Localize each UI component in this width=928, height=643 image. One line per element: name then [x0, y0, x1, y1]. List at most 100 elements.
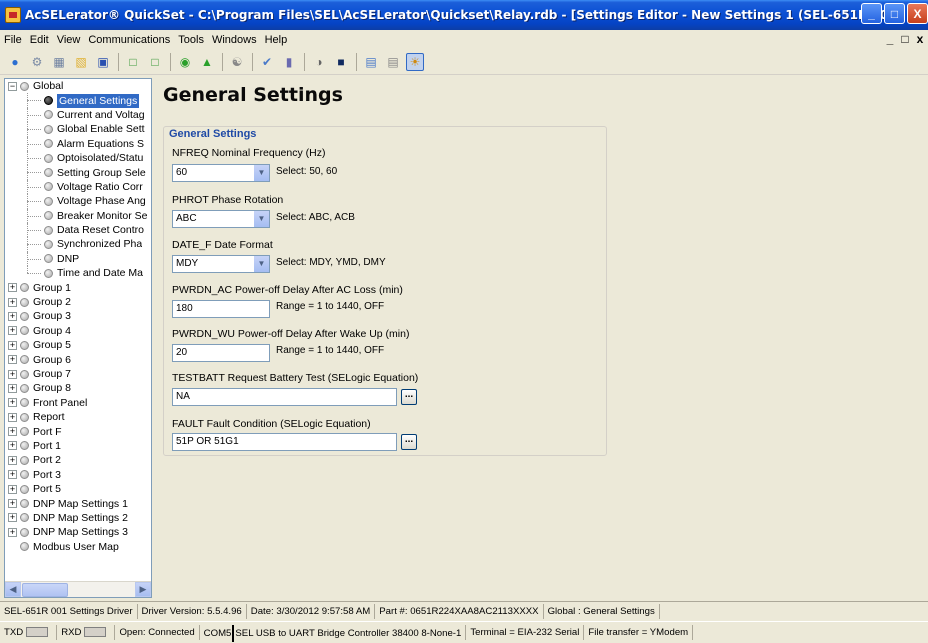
tree-node-global-child[interactable]: Breaker Monitor Se — [5, 208, 151, 223]
maximize-button[interactable]: □ — [884, 3, 905, 24]
tree-node[interactable]: + Report — [5, 410, 151, 424]
tree-node[interactable]: + Port 3 — [5, 468, 151, 482]
tree-node-global-child[interactable]: Voltage Ratio Corr — [5, 179, 151, 195]
report-icon[interactable]: ▤ — [362, 53, 380, 71]
pwrdn-ac-input[interactable]: 180 — [172, 300, 270, 318]
help-icon[interactable]: ☀ — [406, 52, 424, 71]
wrench-icon[interactable]: ✔ — [258, 53, 276, 71]
tree-node[interactable]: + Front Panel — [5, 396, 151, 410]
menu-communications[interactable]: Communications — [84, 34, 174, 46]
menu-view[interactable]: View — [53, 34, 85, 46]
hmi-icon[interactable]: ☯ — [228, 53, 246, 71]
go-green-icon[interactable]: ◉ — [176, 53, 194, 71]
expand-icon[interactable]: + — [8, 470, 17, 480]
pwrdn-wu-input[interactable]: 20 — [172, 344, 270, 362]
tree-node[interactable]: + DNP Map Settings 3 — [5, 525, 151, 539]
expand-icon[interactable]: + — [8, 383, 17, 393]
chevron-down-icon[interactable]: ▼ — [253, 211, 269, 227]
mdi-close-button[interactable]: x — [914, 32, 926, 46]
tree-node-global-child[interactable]: Setting Group Sele — [5, 165, 151, 180]
expand-icon[interactable]: + — [8, 297, 17, 307]
mdi-restore-button[interactable]: □ — [899, 32, 911, 46]
document-icon[interactable]: ▤ — [384, 53, 402, 71]
testbatt-edit-button[interactable]: ... — [401, 389, 417, 405]
expand-icon[interactable]: + — [8, 455, 17, 465]
open-folder-icon[interactable]: ▧ — [72, 53, 90, 71]
testbatt-input[interactable]: NA — [172, 388, 397, 406]
expand-icon[interactable]: + — [8, 326, 17, 336]
tree-node[interactable]: + Port 5 — [5, 482, 151, 496]
new-icon[interactable]: ▦ — [50, 53, 68, 71]
menu-help[interactable]: Help — [261, 34, 292, 46]
meter-icon[interactable]: ◑ — [310, 53, 328, 71]
fault-input[interactable]: 51P OR 51G1 — [172, 433, 397, 451]
status-port: COM5 SEL USB to UART Bridge Controller 38… — [200, 625, 461, 642]
tree-node[interactable]: + Group 4 — [5, 324, 151, 338]
tree-node[interactable]: + Group 8 — [5, 381, 151, 395]
tools-icon[interactable]: ▮ — [280, 53, 298, 71]
menu-windows[interactable]: Windows — [208, 34, 261, 46]
tree-node[interactable]: + Group 1 — [5, 280, 151, 294]
mdi-minimize-button[interactable]: _ — [884, 32, 896, 46]
phrot-select[interactable]: ABC ▼ — [172, 210, 270, 228]
save-icon[interactable]: ▣ — [94, 53, 112, 71]
tree-node-global-child[interactable]: DNP — [5, 251, 151, 267]
menu-file[interactable]: File — [0, 34, 26, 46]
connect-icon[interactable]: ● — [6, 53, 24, 71]
scroll-thumb[interactable] — [22, 582, 68, 597]
expand-icon[interactable]: + — [8, 513, 17, 523]
read-icon[interactable]: □ — [124, 53, 142, 71]
expand-icon[interactable]: + — [8, 283, 17, 293]
tree-node-global-child[interactable]: Global Enable Sett — [5, 122, 151, 137]
send-icon[interactable]: □ — [146, 53, 164, 71]
tree-node-global-child[interactable]: Synchronized Pha — [5, 237, 151, 252]
expand-icon[interactable]: + — [8, 311, 17, 321]
tree-horizontal-scrollbar[interactable]: ◀ ▶ — [5, 581, 151, 597]
expand-icon[interactable]: + — [8, 369, 17, 379]
tree-node-global-child[interactable]: Alarm Equations S — [5, 136, 151, 151]
minimize-button[interactable]: _ — [861, 3, 882, 24]
expand-icon[interactable]: + — [8, 427, 17, 437]
tree-node[interactable]: + Port 2 — [5, 453, 151, 467]
expand-icon[interactable]: + — [8, 340, 17, 350]
date-format-select[interactable]: MDY ▼ — [172, 255, 270, 273]
close-button[interactable]: X — [907, 3, 928, 24]
tree-node[interactable]: + Group 2 — [5, 295, 151, 309]
tree-node-global-child[interactable]: Optoisolated/Statu — [5, 150, 151, 166]
menu-tools[interactable]: Tools — [174, 34, 208, 46]
expand-icon[interactable]: + — [8, 355, 17, 365]
settings-icon[interactable]: ⚙ — [28, 53, 46, 71]
tree-node[interactable]: + Port F — [5, 424, 151, 438]
tree-node[interactable]: + Group 6 — [5, 352, 151, 366]
terminal-icon[interactable]: ■ — [332, 53, 350, 71]
tree-node-global-child[interactable]: Current and Voltag — [5, 107, 151, 123]
tree-node[interactable]: + Group 3 — [5, 309, 151, 323]
tree-node-global-child[interactable]: Time and Date Ma — [5, 266, 151, 280]
tree-node[interactable]: + DNP Map Settings 2 — [5, 511, 151, 525]
scroll-left-icon[interactable]: ◀ — [5, 582, 21, 597]
nfreq-select[interactable]: 60 ▼ — [172, 164, 270, 182]
menu-edit[interactable]: Edit — [26, 34, 53, 46]
tree-node[interactable]: + DNP Map Settings 1 — [5, 496, 151, 510]
up-green-icon[interactable]: ▲ — [198, 53, 216, 71]
collapse-icon[interactable]: − — [8, 81, 17, 91]
tree-node-global-child[interactable]: Data Reset Contro — [5, 222, 151, 238]
tree-node-global[interactable]: − Global — [5, 79, 151, 93]
expand-icon[interactable]: + — [8, 398, 17, 408]
expand-icon[interactable]: + — [8, 499, 17, 509]
expand-icon[interactable]: + — [8, 412, 17, 422]
app-icon[interactable] — [5, 7, 21, 23]
tree-node-modbus[interactable]: Modbus User Map — [5, 540, 151, 554]
expand-icon[interactable]: + — [8, 527, 17, 537]
chevron-down-icon[interactable]: ▼ — [253, 165, 269, 181]
expand-icon[interactable]: + — [8, 441, 17, 451]
tree-node-global-child[interactable]: Voltage Phase Ang — [5, 194, 151, 209]
scroll-right-icon[interactable]: ▶ — [135, 582, 151, 597]
expand-icon[interactable]: + — [8, 484, 17, 494]
chevron-down-icon[interactable]: ▼ — [253, 256, 269, 272]
tree-node[interactable]: + Group 5 — [5, 338, 151, 352]
tree-node[interactable]: + Port 1 — [5, 439, 151, 453]
tree-node[interactable]: + Group 7 — [5, 367, 151, 381]
tree-node-global-child[interactable]: General Settings — [5, 93, 151, 108]
fault-edit-button[interactable]: ... — [401, 434, 417, 450]
